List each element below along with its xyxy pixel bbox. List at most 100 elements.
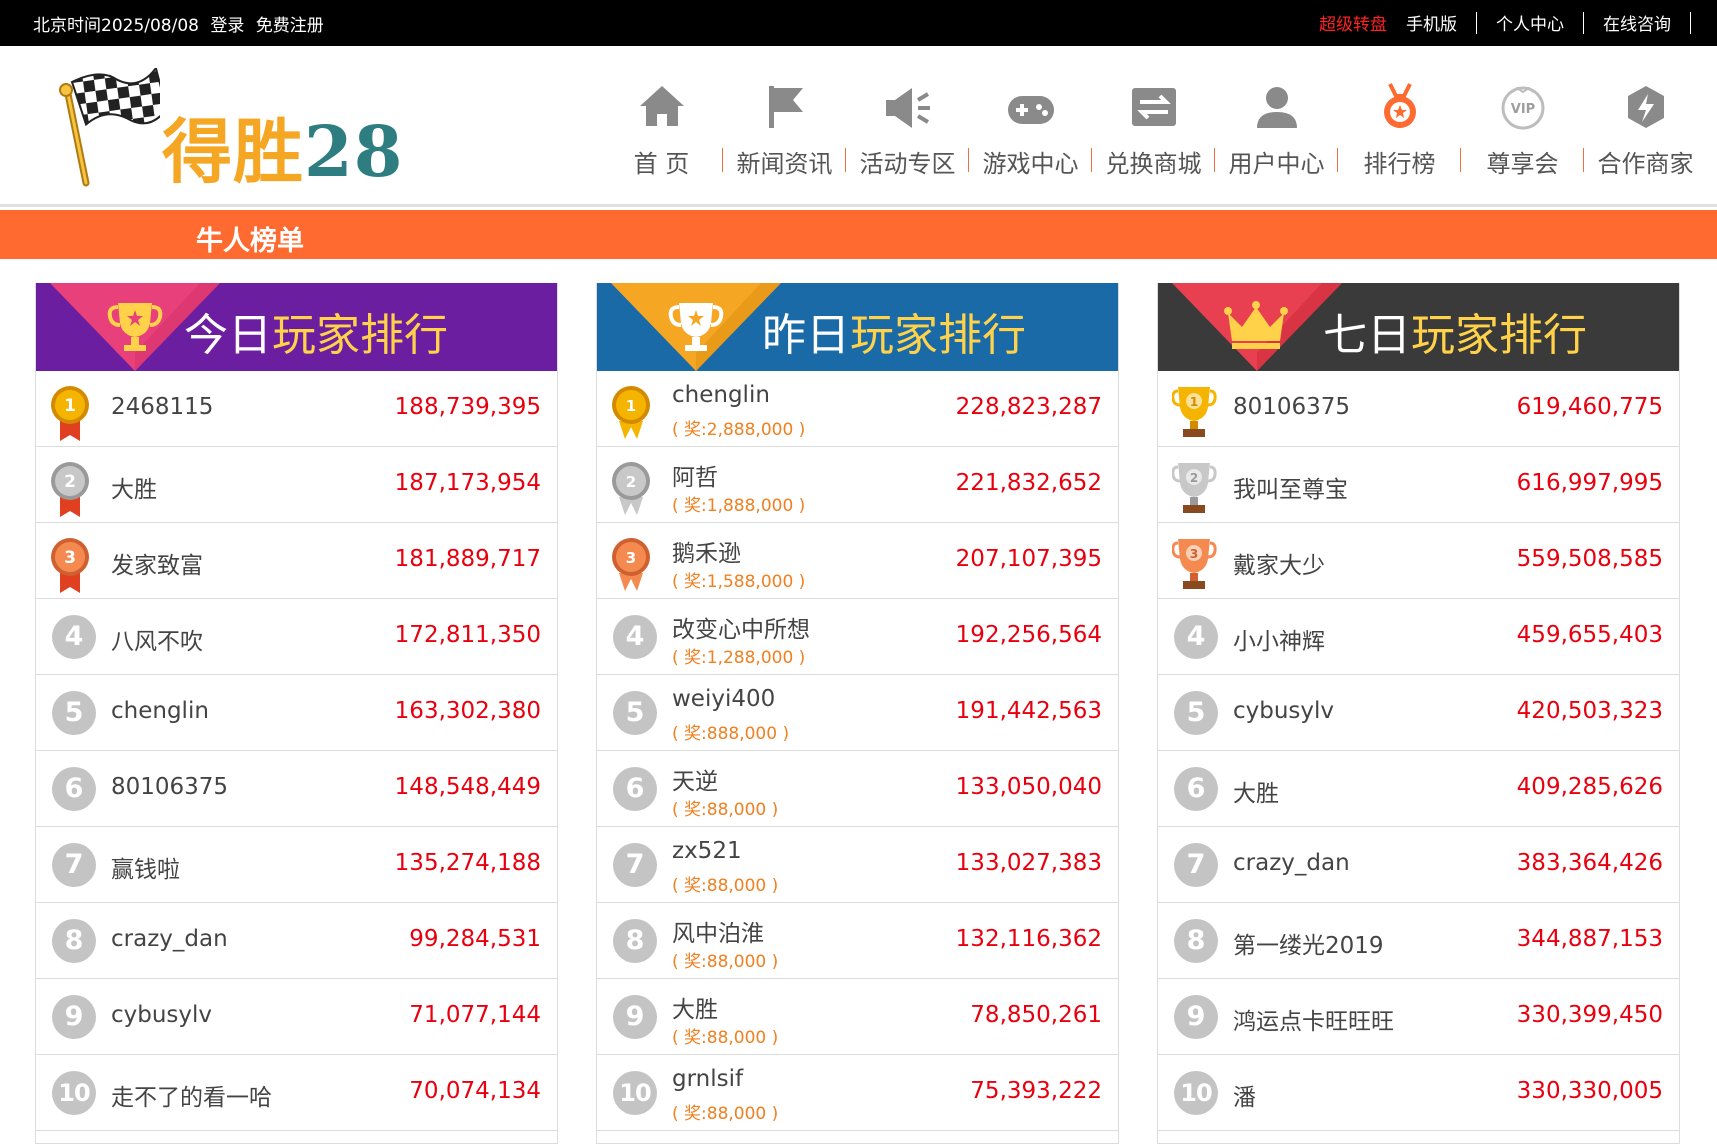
player-score: 221,832,652 [955,470,1102,496]
partner-icon [1627,86,1664,128]
rank-badge: 9 [613,995,657,1039]
ranking-row: 10 grnlsif ( 奖:88,000 ) 75,393,222 [597,1055,1118,1131]
ranking-list: 1 chenglin ( 奖:2,888,000 ) 228,823,287 2 阿… [597,371,1118,1131]
ranking-row: 4 改变心中所想 ( 奖:1,288,000 ) 192,256,564 [597,599,1118,675]
player-name[interactable]: 八风不吹 [111,622,203,656]
player-name[interactable]: 我叫至尊宝 [1233,470,1348,504]
nav-home[interactable]: 首 页 [600,82,723,182]
nav-partners[interactable]: 合作商家 [1584,82,1707,182]
ranking-row: 5 chenglin 163,302,380 [36,675,557,751]
rank-badge: 9 [1174,995,1218,1039]
top-bar-links: 超级转盘 手机版 个人中心 在线咨询 [1319,10,1691,35]
nav-leaderboard[interactable]: 排行榜 [1338,82,1461,182]
player-name[interactable]: 天逆 [672,762,718,796]
nav-games[interactable]: 游戏中心 [969,82,1092,182]
nav-activities[interactable]: 活动专区 [846,82,969,182]
panel-title: 昨日玩家排行 [762,310,1026,361]
ranking-row: 6 80106375 148,548,449 [36,751,557,827]
crown-icon [1172,283,1342,371]
ranking-list: 1 80106375 619,460,775 2 我叫至尊宝 616,997,995… [1158,371,1679,1131]
gamepad-icon [1007,96,1054,124]
svg-text:3: 3 [1190,547,1198,561]
panel-title: 今日玩家排行 [184,310,448,361]
mobile-link[interactable]: 手机版 [1406,10,1476,35]
nav-news[interactable]: 新闻资讯 [723,82,846,182]
svg-text:1: 1 [1190,395,1198,409]
panel-header: 昨日玩家排行 [597,283,1118,371]
rank-badge: 6 [613,767,657,811]
rank-badge: 10 [52,1071,96,1115]
player-name[interactable]: 小小神辉 [1233,622,1325,656]
player-name[interactable]: weiyi400 [672,686,775,712]
player-score: 191,442,563 [955,698,1102,724]
rank-badge: 4 [52,615,96,659]
player-name[interactable]: 鸿运点卡旺旺旺 [1233,1002,1394,1036]
vip-icon: VIP [1501,86,1544,130]
player-score: 616,997,995 [1516,470,1663,496]
player-name[interactable]: cybusylv [1233,698,1334,724]
player-name[interactable]: 风中泊淮 [672,914,764,948]
player-name[interactable]: 潘 [1233,1078,1256,1112]
main-nav: 首 页 新闻资讯 活动专区 游戏中心 兑换商城 用户中心 排行榜 VIP 尊享会… [600,82,1707,182]
nav-vip-club[interactable]: VIP 尊享会 [1461,82,1584,182]
player-score: 228,823,287 [955,394,1102,420]
player-name[interactable]: 2468115 [111,394,213,420]
ranking-row: 2 阿哲 ( 奖:1,888,000 ) 221,832,652 [597,447,1118,523]
player-name[interactable]: cybusylv [111,1002,212,1028]
player-name[interactable]: zx521 [672,838,742,864]
rank-badge: 5 [1174,691,1218,735]
register-link[interactable]: 免费注册 [256,16,324,36]
player-score: 75,393,222 [970,1078,1102,1104]
player-score: 420,503,323 [1516,698,1663,724]
personal-center-link[interactable]: 个人中心 [1477,10,1583,35]
player-score: 459,655,403 [1516,622,1663,648]
player-name[interactable]: 改变心中所想 [672,610,810,644]
player-score: 344,887,153 [1516,926,1663,952]
player-score: 70,074,134 [409,1078,541,1104]
online-consult-link[interactable]: 在线咨询 [1584,10,1690,35]
player-name[interactable]: 大胜 [1233,774,1279,808]
ranking-row: 5 weiyi400 ( 奖:888,000 ) 191,442,563 [597,675,1118,751]
rank-badge: 6 [52,767,96,811]
logo-text: 得胜28 [162,110,404,193]
player-score: 99,284,531 [409,926,541,952]
player-name[interactable]: 大胜 [672,990,718,1024]
svg-text:1: 1 [64,396,76,416]
ranking-row: 7 赢钱啦 135,274,188 [36,827,557,903]
prize-text: ( 奖:2,888,000 ) [672,420,806,440]
super-wheel-link[interactable]: 超级转盘 [1319,10,1406,35]
player-name[interactable]: 80106375 [111,774,228,800]
player-name[interactable]: 80106375 [1233,394,1350,420]
panel-header: 七日玩家排行 [1158,283,1679,371]
top-bar: 北京时间2025/08/08 登录 免费注册 超级转盘 手机版 个人中心 在线咨… [0,0,1717,46]
top-bar-left: 北京时间2025/08/08 登录 免费注册 [33,11,330,36]
player-name[interactable]: crazy_dan [1233,850,1350,876]
player-name[interactable]: 赢钱啦 [111,850,180,884]
player-name[interactable]: 第一缕光2019 [1233,926,1384,960]
ranking-row: 3 鹅禾逊 ( 奖:1,588,000 ) 207,107,395 [597,523,1118,599]
player-name[interactable]: chenglin [672,382,770,408]
player-score: 135,274,188 [394,850,541,876]
player-name[interactable]: 阿哲 [672,458,718,492]
site-logo[interactable]: 得胜28 [50,68,470,198]
rank-badge: 8 [52,919,96,963]
player-name[interactable]: crazy_dan [111,926,228,952]
player-name[interactable]: 鹅禾逊 [672,534,741,568]
player-name[interactable]: 大胜 [111,470,157,504]
rank-badge: 4 [1174,615,1218,659]
nav-user-center[interactable]: 用户中心 [1215,82,1338,182]
player-name[interactable]: 走不了的看一哈 [111,1078,272,1112]
ranking-row: 10 潘 330,330,005 [1158,1055,1679,1131]
player-name[interactable]: 发家致富 [111,546,203,580]
player-name[interactable]: grnlsif [672,1066,743,1092]
player-score: 619,460,775 [1516,394,1663,420]
player-score: 383,364,426 [1516,850,1663,876]
player-name[interactable]: chenglin [111,698,209,724]
player-score: 409,285,626 [1516,774,1663,800]
player-score: 148,548,449 [394,774,541,800]
player-name[interactable]: 戴家大少 [1233,546,1325,580]
login-link[interactable]: 登录 [210,16,244,36]
medal-icon [1383,83,1416,128]
checkered-flag-icon [59,68,160,187]
nav-exchange-mall[interactable]: 兑换商城 [1092,82,1215,182]
